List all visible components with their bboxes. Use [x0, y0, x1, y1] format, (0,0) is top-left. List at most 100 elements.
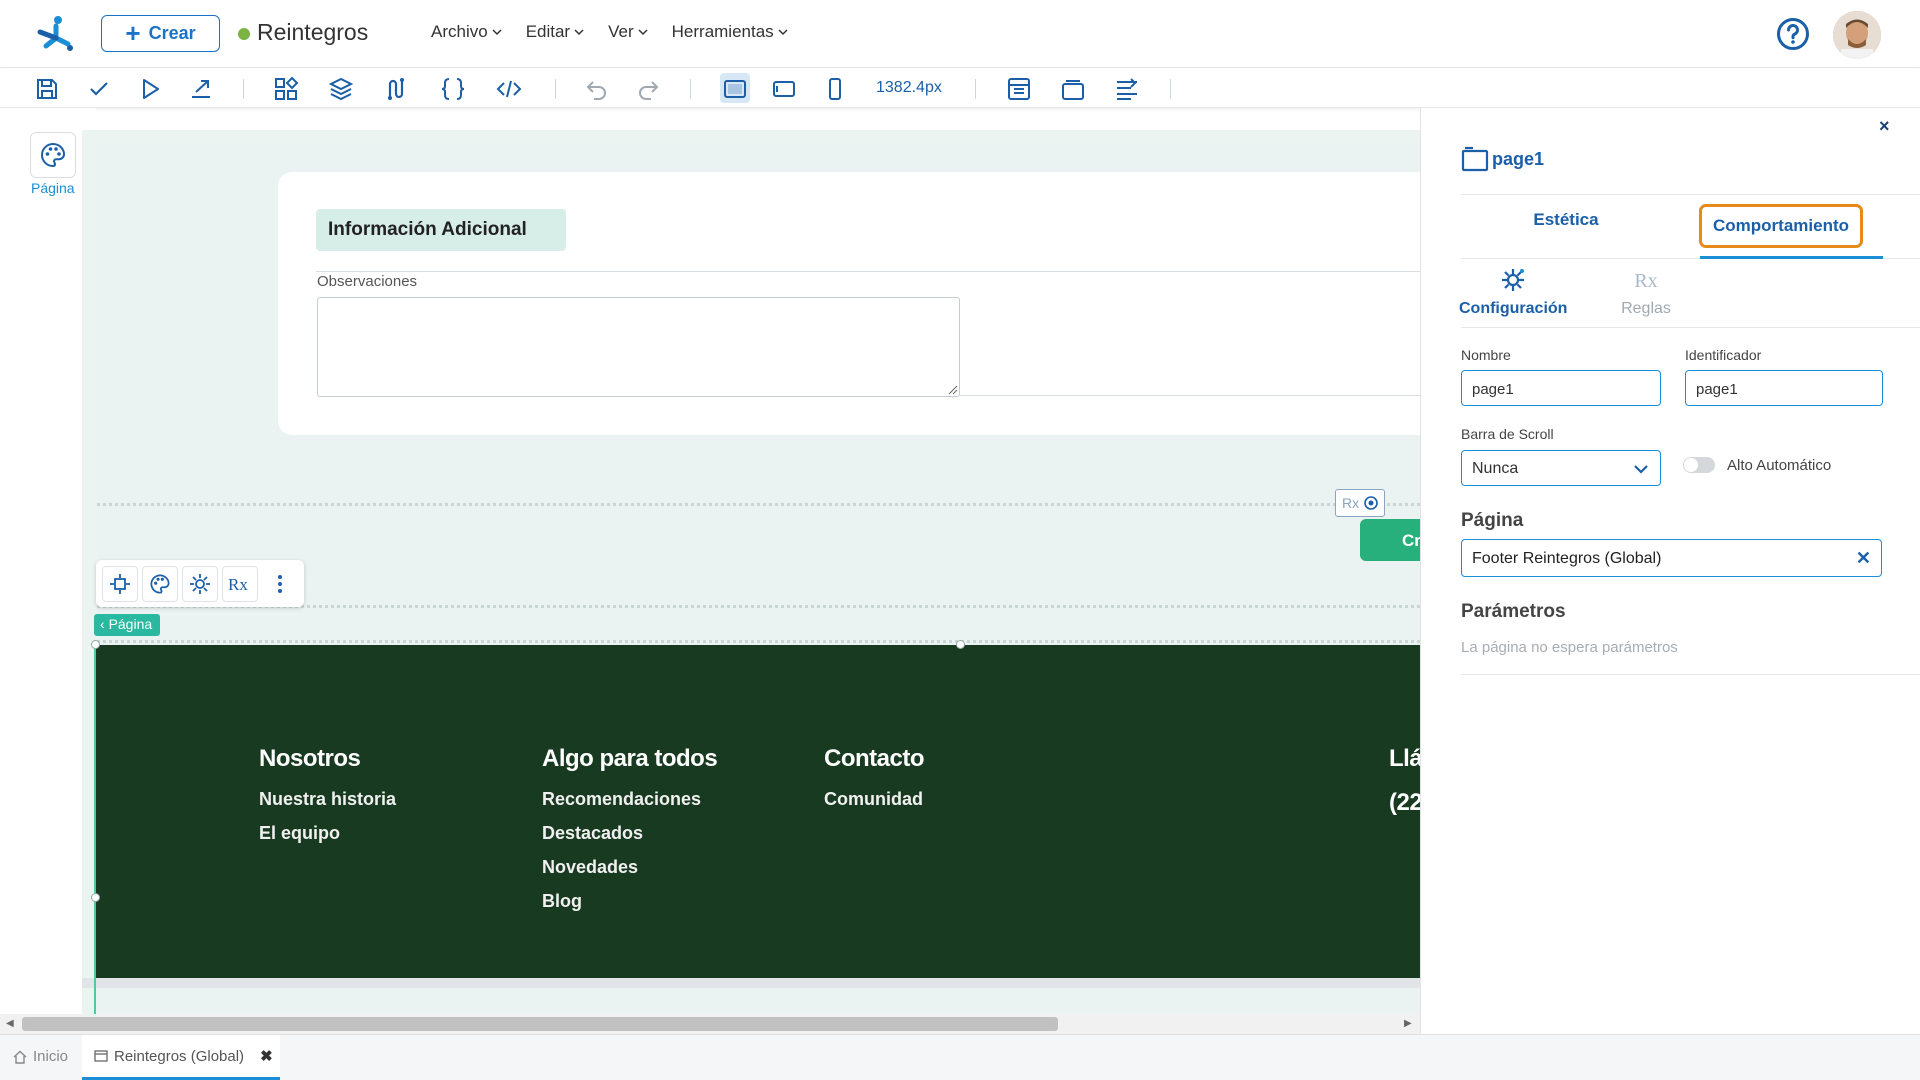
footer-column-contacto: Contacto Comunidad	[824, 745, 925, 823]
app-logo-icon[interactable]	[36, 14, 76, 54]
help-icon[interactable]	[1776, 17, 1810, 51]
resize-handle[interactable]	[91, 893, 100, 902]
menu-ver[interactable]: Ver	[608, 22, 648, 42]
flow-icon[interactable]	[383, 76, 409, 102]
observaciones-label: Observaciones	[317, 273, 418, 290]
more-vertical-icon	[278, 574, 282, 593]
components-icon[interactable]	[273, 76, 299, 102]
footer-link[interactable]: Comunidad	[824, 789, 924, 810]
config-button[interactable]	[182, 565, 218, 602]
gear-icon	[1502, 269, 1524, 291]
footer-preview[interactable]: Nosotros Nuestra historia El equipo Algo…	[95, 645, 1420, 978]
subtab-reglas[interactable]: Rx Reglas	[1601, 266, 1691, 318]
clear-icon[interactable]: ✕	[1856, 548, 1871, 569]
canvas-create-button[interactable]: Cr	[1360, 519, 1420, 561]
panel-divider	[1461, 327, 1920, 328]
tab-estetica[interactable]: Estética	[1461, 201, 1671, 239]
plus-icon: +	[125, 17, 141, 48]
layout-icon[interactable]	[1006, 76, 1032, 102]
app-title: Reintegros	[257, 19, 369, 45]
pagina-section-title: Página	[1461, 510, 1524, 531]
identificador-input[interactable]: page1	[1685, 370, 1883, 406]
auto-height-toggle[interactable]	[1683, 457, 1715, 473]
move-button[interactable]	[102, 565, 138, 602]
frames-icon[interactable]	[1060, 76, 1086, 102]
footer-link[interactable]: Recomendaciones	[542, 789, 717, 810]
export-icon[interactable]	[188, 76, 214, 102]
gear-icon	[190, 573, 210, 594]
tab-comportamiento[interactable]: Comportamiento	[1699, 204, 1863, 248]
mobile-view-icon[interactable]	[822, 76, 848, 102]
subtab-configuracion[interactable]: Configuración	[1459, 266, 1567, 318]
rules-badge[interactable]: Rx	[1335, 489, 1385, 517]
properties-panel: × page1 Estética Comportamiento Configur…	[1420, 108, 1920, 1034]
editor-toolbar: 1382.4px	[0, 68, 1920, 108]
footer-column-llamanos: Llá (22	[1389, 745, 1420, 833]
rules-button[interactable]: Rx	[222, 565, 258, 602]
create-button[interactable]: + Crear	[101, 15, 220, 52]
tab-reintegros-global[interactable]: Reintegros (Global) ✖	[82, 1035, 280, 1080]
footer-heading: Contacto	[824, 745, 925, 772]
code-icon[interactable]	[496, 76, 522, 102]
tab-inicio[interactable]: Inicio	[13, 1048, 68, 1065]
footer-link[interactable]: Blog	[542, 891, 717, 912]
footer-link[interactable]: Nuestra historia	[259, 789, 396, 810]
scrollbar-thumb[interactable]	[22, 1017, 1058, 1031]
close-tab-icon[interactable]: ✖	[260, 1047, 273, 1065]
toolbar-separator	[1170, 79, 1171, 99]
toolbar-separator	[555, 79, 556, 99]
redo-icon[interactable]	[635, 76, 661, 102]
chevron-down-icon	[574, 29, 584, 36]
eye-rules-icon	[1364, 496, 1378, 510]
layers-icon[interactable]	[328, 76, 354, 102]
footer-column-algo: Algo para todos Recomendaciones Destacad…	[542, 745, 718, 925]
nombre-input[interactable]: page1	[1461, 370, 1661, 406]
play-icon[interactable]	[137, 76, 163, 102]
style-button[interactable]	[142, 565, 178, 602]
desktop-view-icon[interactable]	[722, 76, 748, 102]
resize-handle[interactable]	[956, 640, 965, 649]
save-icon[interactable]	[34, 76, 60, 102]
resize-handle[interactable]	[91, 640, 100, 649]
section-boundary	[97, 640, 1420, 643]
properties-icon[interactable]	[1114, 76, 1140, 102]
page-breadcrumb-tag[interactable]: ‹ Página	[94, 614, 160, 636]
rules-badge-label: Rx	[1342, 495, 1360, 511]
footer-phone: (22	[1389, 789, 1420, 816]
card-divider	[316, 271, 1420, 272]
identificador-label: Identificador	[1685, 347, 1762, 363]
undo-icon[interactable]	[584, 76, 610, 102]
resize-handle-icon[interactable]	[948, 385, 958, 395]
menu-editar[interactable]: Editar	[526, 22, 584, 42]
horizontal-scrollbar[interactable]: ◀ ▶	[0, 1014, 1420, 1034]
section-title[interactable]: Información Adicional	[316, 209, 566, 251]
more-options-button[interactable]	[262, 566, 298, 602]
check-icon[interactable]	[86, 76, 112, 102]
floating-element-toolbar: Rx	[96, 560, 304, 607]
footer-link[interactable]: Novedades	[542, 857, 717, 878]
footer-heading: Llá	[1389, 745, 1420, 772]
home-icon	[13, 1050, 27, 1064]
braces-icon[interactable]	[440, 76, 466, 102]
svg-text:Rx: Rx	[228, 575, 248, 594]
pagina-select[interactable]: Footer Reintegros (Global) ✕	[1461, 539, 1882, 577]
observaciones-textarea[interactable]	[317, 297, 960, 397]
close-panel-icon[interactable]: ×	[1879, 116, 1897, 136]
menu-archivo[interactable]: Archivo	[431, 22, 502, 42]
auto-height-label: Alto Automático	[1727, 457, 1832, 474]
create-button-label: Crear	[148, 23, 196, 43]
page-style-button[interactable]	[30, 132, 76, 178]
menu-herramientas[interactable]: Herramientas	[672, 22, 788, 42]
footer-link[interactable]: El equipo	[259, 823, 396, 844]
footer-link[interactable]: Destacados	[542, 823, 717, 844]
rules-icon: Rx	[228, 575, 248, 594]
tablet-view-icon[interactable]	[771, 76, 797, 102]
active-tab-underline	[1700, 256, 1883, 259]
user-avatar[interactable]	[1833, 11, 1881, 59]
chevron-down-icon	[638, 29, 648, 36]
scroll-right-icon[interactable]: ▶	[1404, 1018, 1416, 1030]
scroll-left-icon[interactable]: ◀	[6, 1018, 18, 1030]
chevron-down-icon	[492, 29, 502, 36]
scroll-select[interactable]: Nunca	[1461, 450, 1661, 486]
rail-label: Página	[31, 180, 75, 196]
